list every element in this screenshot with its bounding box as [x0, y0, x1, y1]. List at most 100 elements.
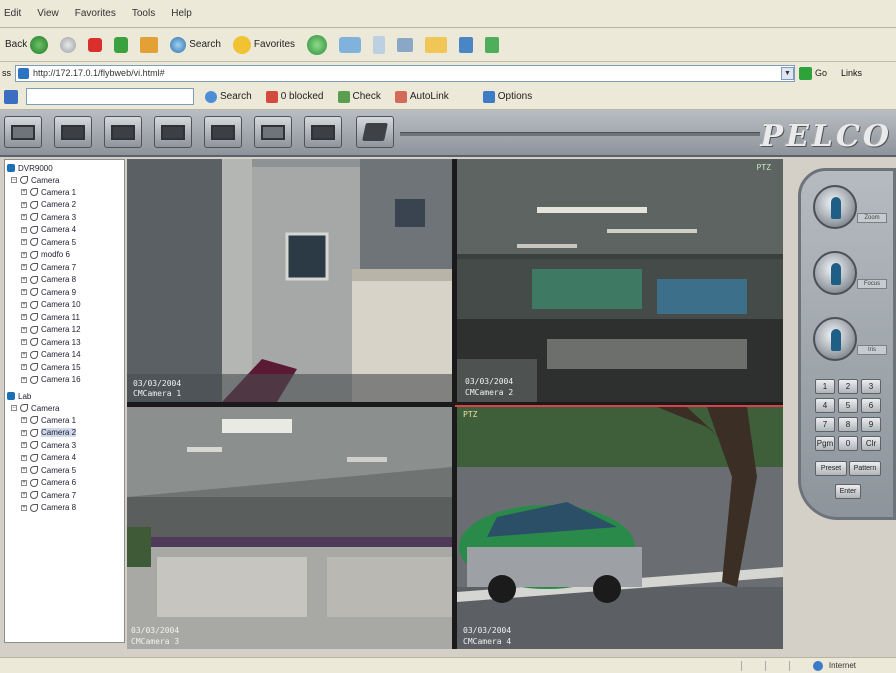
tree-camera-item[interactable]: + Camera 6 — [21, 477, 76, 489]
keypad-key[interactable]: 0 — [838, 436, 858, 451]
tree-camera-item[interactable]: + Camera 12 — [21, 324, 81, 336]
popup-blocker-button[interactable]: 0 blocked — [263, 89, 327, 105]
expand-icon[interactable]: + — [21, 251, 27, 258]
video-tile-3[interactable]: 03/03/2004 CMCamera 3 — [127, 407, 452, 649]
expand-icon[interactable]: + — [21, 239, 27, 245]
layout-2x2-button[interactable] — [54, 116, 92, 148]
keypad-key[interactable]: 2 — [838, 379, 858, 394]
expand-icon[interactable]: + — [21, 417, 27, 423]
keypad-key[interactable]: 1 — [815, 379, 835, 394]
preset-button[interactable]: Preset — [815, 461, 847, 476]
video-tile-4[interactable]: PTZ 03/03/2004 CMCamera 4 — [457, 407, 783, 649]
expand-icon[interactable]: + — [21, 326, 27, 333]
tree-camera-item[interactable]: + Camera 5 — [21, 464, 76, 476]
expand-icon[interactable]: + — [21, 339, 27, 345]
layout-1plus7-button[interactable] — [254, 116, 292, 148]
messenger-button[interactable] — [370, 34, 388, 56]
settings-button[interactable] — [356, 116, 394, 148]
tree-camera-item[interactable]: + Camera 1 — [21, 414, 76, 426]
keypad-key[interactable]: Clr — [861, 436, 881, 451]
edit-button[interactable] — [394, 36, 416, 54]
tree-camera-item[interactable]: + Camera 4 — [21, 224, 76, 236]
address-dropdown-icon[interactable]: ▼ — [781, 66, 794, 80]
home-button[interactable] — [137, 35, 161, 55]
expand-icon[interactable]: + — [21, 376, 27, 383]
layout-3x3-button[interactable] — [104, 116, 142, 148]
tree-camera-item[interactable]: + Camera 4 — [21, 452, 76, 464]
keypad-key[interactable]: 8 — [838, 417, 858, 432]
expand-icon[interactable]: + — [21, 264, 27, 270]
tree-camera-item[interactable]: + Camera 13 — [21, 336, 81, 348]
keypad-key[interactable]: 4 — [815, 398, 835, 413]
zoom-dial[interactable]: Zoom — [813, 185, 887, 229]
tree-camera-item[interactable]: + Camera 16 — [21, 374, 81, 386]
tree-camera-item[interactable]: + Camera 8 — [21, 502, 76, 514]
address-input[interactable]: http://172.17.0.1/flybweb/vi.html# ▼ — [15, 64, 795, 82]
expand-icon[interactable]: + — [21, 351, 27, 358]
tree-category-group1[interactable]: − Camera — [11, 174, 59, 186]
research-button[interactable] — [456, 35, 476, 55]
collapse-icon[interactable]: − — [11, 405, 17, 411]
refresh-button[interactable] — [111, 35, 131, 55]
menu-edit[interactable]: Edit — [4, 8, 21, 19]
expand-icon[interactable]: + — [21, 467, 27, 473]
layout-1x1-button[interactable] — [4, 116, 42, 148]
tree-camera-item[interactable]: + Camera 1 — [21, 186, 76, 198]
keypad-key[interactable]: 6 — [861, 398, 881, 413]
tree-camera-item[interactable]: + Camera 5 — [21, 236, 76, 248]
autolink-button[interactable]: AutoLink — [392, 89, 452, 105]
options-button[interactable]: Options — [480, 89, 535, 105]
keypad-key[interactable]: 7 — [815, 417, 835, 432]
expand-icon[interactable]: + — [21, 454, 27, 461]
tree-camera-item[interactable]: + Camera 11 — [21, 311, 80, 323]
google-search-input[interactable] — [26, 88, 194, 105]
tree-camera-item[interactable]: + Camera 10 — [21, 299, 81, 311]
enter-button[interactable]: Enter — [835, 484, 861, 499]
spell-check-button[interactable]: Check — [335, 89, 384, 105]
links-label[interactable]: Links — [841, 68, 862, 78]
tree-camera-item[interactable]: + modfo 6 — [21, 249, 70, 261]
tree-camera-item[interactable]: + Camera 8 — [21, 274, 76, 286]
keypad-key[interactable]: 9 — [861, 417, 881, 432]
media-button[interactable] — [304, 33, 330, 57]
expand-icon[interactable]: + — [21, 492, 27, 498]
google-search-button[interactable]: Search — [202, 89, 255, 105]
expand-icon[interactable]: + — [21, 201, 27, 208]
iris-dial[interactable]: Iris — [813, 317, 887, 361]
print-button[interactable] — [482, 35, 502, 55]
tree-camera-item[interactable]: + Camera 9 — [21, 286, 76, 298]
keypad-key[interactable]: Pgm — [815, 436, 835, 451]
mail-button[interactable] — [336, 35, 364, 55]
video-tile-2[interactable]: PTZ 03/03/2004 CMCamera 2 — [457, 159, 783, 402]
menu-view[interactable]: View — [37, 8, 59, 19]
tree-camera-item[interactable]: + Camera 3 — [21, 439, 76, 451]
expand-icon[interactable]: + — [21, 276, 27, 283]
keypad-key[interactable]: 5 — [838, 398, 858, 413]
expand-icon[interactable]: + — [21, 314, 27, 320]
forward-button[interactable] — [57, 35, 79, 55]
stop-button[interactable] — [85, 36, 105, 54]
go-button[interactable]: Go — [799, 66, 827, 80]
video-tile-1[interactable]: 03/03/2004 CMCamera 1 — [127, 159, 452, 402]
expand-icon[interactable]: + — [21, 214, 27, 220]
tree-camera-item[interactable]: + Camera 2 — [21, 199, 76, 211]
layout-1plus12-button[interactable] — [304, 116, 342, 148]
expand-icon[interactable]: + — [21, 189, 27, 195]
pattern-button[interactable]: Pattern — [849, 461, 881, 476]
expand-icon[interactable]: + — [21, 429, 27, 436]
favorites-button[interactable]: Favorites — [230, 34, 298, 56]
expand-icon[interactable]: + — [21, 301, 27, 308]
tree-camera-item[interactable]: + Camera 3 — [21, 211, 76, 223]
tree-camera-item[interactable]: + Camera 2 — [21, 427, 77, 439]
tree-category-group2[interactable]: − Camera — [11, 402, 59, 414]
layout-4x4-button[interactable] — [154, 116, 192, 148]
tree-root-group1[interactable]: DVR9000 — [7, 162, 53, 174]
menu-tools[interactable]: Tools — [132, 8, 155, 19]
expand-icon[interactable]: + — [21, 226, 27, 233]
tree-camera-item[interactable]: + Camera 14 — [21, 349, 81, 361]
tree-root-group2[interactable]: Lab — [7, 390, 31, 402]
expand-icon[interactable]: + — [21, 479, 27, 486]
collapse-icon[interactable]: − — [11, 177, 17, 183]
search-button[interactable]: Search — [167, 35, 224, 55]
focus-dial[interactable]: Focus — [813, 251, 887, 295]
